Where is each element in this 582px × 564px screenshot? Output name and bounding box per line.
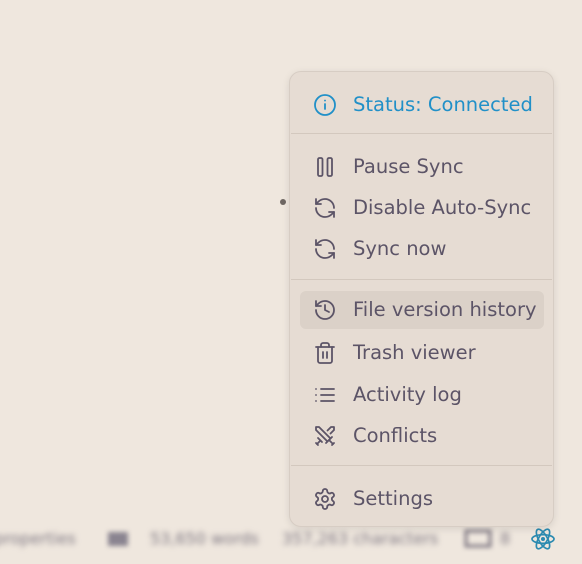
trash-viewer-label: Trash viewer — [353, 341, 476, 364]
status-label: Status: Connected — [353, 93, 533, 116]
monitor-icon[interactable] — [464, 528, 494, 554]
sync-now-label: Sync now — [353, 237, 447, 260]
menu-item-conflicts[interactable]: Conflicts — [300, 417, 544, 455]
swords-icon — [313, 424, 337, 448]
refresh-icon — [313, 237, 337, 261]
trash-icon — [313, 341, 337, 365]
menu-separator — [291, 133, 552, 134]
status-properties[interactable]: properties — [0, 531, 76, 547]
text-cursor-dot — [280, 199, 286, 205]
list-icon — [313, 383, 337, 407]
menu-separator — [291, 279, 552, 280]
activity-log-label: Activity log — [353, 383, 462, 406]
react-sync-icon[interactable] — [530, 526, 556, 552]
status-count: 8 — [500, 529, 511, 548]
pause-icon — [313, 155, 337, 179]
menu-separator — [291, 465, 552, 466]
disable-auto-sync-label: Disable Auto-Sync — [353, 196, 532, 219]
gear-icon — [313, 487, 337, 511]
file-version-history-label: File version history — [353, 298, 537, 321]
menu-item-activity-log[interactable]: Activity log — [300, 376, 544, 414]
sync-menu: Status: Connected Pause Sync Disable Aut… — [289, 71, 554, 527]
settings-label: Settings — [353, 487, 433, 510]
history-icon — [313, 298, 337, 322]
menu-item-settings[interactable]: Settings — [300, 480, 544, 518]
menu-item-trash-viewer[interactable]: Trash viewer — [300, 334, 544, 372]
menu-item-pause-sync[interactable]: Pause Sync — [300, 148, 544, 186]
menu-item-disable-auto-sync[interactable]: Disable Auto-Sync — [300, 189, 544, 227]
status-word-count: 53,650 words — [150, 529, 259, 548]
info-icon — [313, 93, 337, 117]
menu-item-status[interactable]: Status: Connected — [300, 86, 544, 124]
conflicts-label: Conflicts — [353, 424, 438, 447]
menu-item-sync-now[interactable]: Sync now — [300, 230, 544, 268]
menu-item-file-version-history[interactable]: File version history — [300, 291, 544, 329]
pause-sync-label: Pause Sync — [353, 155, 464, 178]
status-character-count: 357,263 characters — [282, 529, 439, 548]
sync-toggle-icon — [313, 196, 337, 220]
edit-icon[interactable] — [106, 528, 132, 554]
